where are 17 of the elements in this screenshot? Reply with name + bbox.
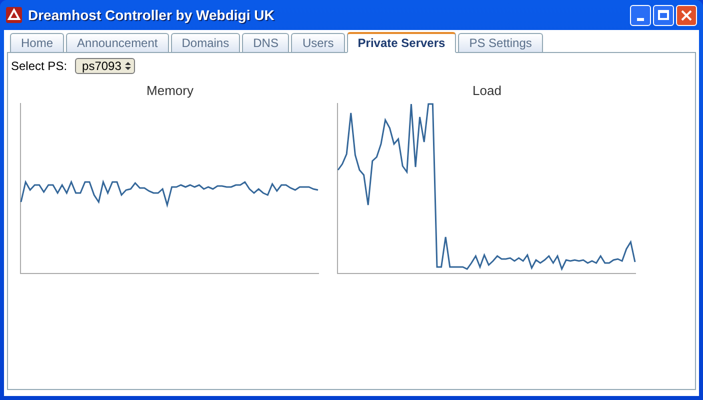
minimize-button[interactable]	[630, 4, 651, 26]
close-button[interactable]	[676, 4, 697, 26]
window-title: Dreamhost Controller by Webdigi UK	[28, 6, 276, 25]
close-icon	[681, 10, 692, 20]
maximize-button[interactable]	[653, 4, 674, 26]
tab[interactable]: Private Servers	[346, 32, 456, 53]
chart-title: Memory	[146, 82, 194, 100]
tab[interactable]: Domains	[170, 33, 240, 52]
select-ps-label: Select PS:	[11, 58, 68, 75]
chart-title: Load	[472, 82, 502, 100]
tab[interactable]: Users	[291, 33, 345, 52]
tab[interactable]: Announcement	[66, 33, 169, 52]
tab[interactable]: PS Settings	[458, 33, 543, 52]
ps-spinner[interactable]: ps7093	[75, 58, 136, 74]
app-icon	[6, 7, 22, 23]
tab[interactable]: DNS	[242, 33, 290, 52]
tab[interactable]: Home	[10, 33, 64, 52]
